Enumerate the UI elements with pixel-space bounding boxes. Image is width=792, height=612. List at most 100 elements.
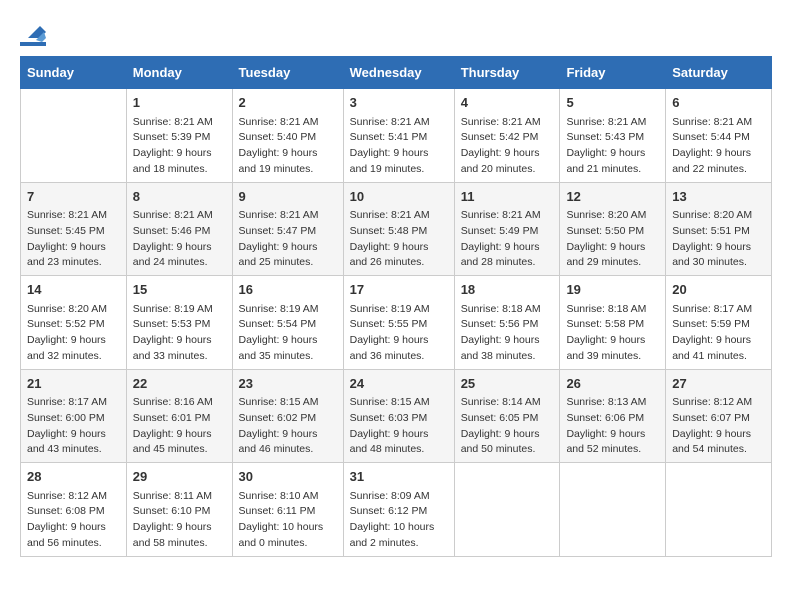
week-row-4: 28Sunrise: 8:12 AM Sunset: 6:08 PM Dayli…: [21, 463, 772, 557]
day-info: Sunrise: 8:21 AM Sunset: 5:39 PM Dayligh…: [133, 115, 226, 178]
day-info: Sunrise: 8:21 AM Sunset: 5:48 PM Dayligh…: [350, 208, 448, 271]
day-cell: 1Sunrise: 8:21 AM Sunset: 5:39 PM Daylig…: [126, 89, 232, 183]
day-cell: 26Sunrise: 8:13 AM Sunset: 6:06 PM Dayli…: [560, 369, 666, 463]
day-number: 26: [566, 374, 659, 394]
day-number: 18: [461, 280, 554, 300]
day-info: Sunrise: 8:15 AM Sunset: 6:02 PM Dayligh…: [239, 395, 337, 458]
day-cell: 27Sunrise: 8:12 AM Sunset: 6:07 PM Dayli…: [666, 369, 772, 463]
day-info: Sunrise: 8:21 AM Sunset: 5:47 PM Dayligh…: [239, 208, 337, 271]
day-cell: [454, 463, 560, 557]
header-cell-thursday: Thursday: [454, 57, 560, 89]
day-cell: 23Sunrise: 8:15 AM Sunset: 6:02 PM Dayli…: [232, 369, 343, 463]
day-cell: [666, 463, 772, 557]
day-number: 10: [350, 187, 448, 207]
day-info: Sunrise: 8:20 AM Sunset: 5:50 PM Dayligh…: [566, 208, 659, 271]
week-row-0: 1Sunrise: 8:21 AM Sunset: 5:39 PM Daylig…: [21, 89, 772, 183]
logo-icon: [22, 20, 46, 44]
day-info: Sunrise: 8:11 AM Sunset: 6:10 PM Dayligh…: [133, 489, 226, 552]
day-info: Sunrise: 8:21 AM Sunset: 5:46 PM Dayligh…: [133, 208, 226, 271]
header-cell-saturday: Saturday: [666, 57, 772, 89]
day-cell: 29Sunrise: 8:11 AM Sunset: 6:10 PM Dayli…: [126, 463, 232, 557]
day-info: Sunrise: 8:13 AM Sunset: 6:06 PM Dayligh…: [566, 395, 659, 458]
day-info: Sunrise: 8:21 AM Sunset: 5:44 PM Dayligh…: [672, 115, 765, 178]
day-cell: 3Sunrise: 8:21 AM Sunset: 5:41 PM Daylig…: [343, 89, 454, 183]
day-info: Sunrise: 8:17 AM Sunset: 5:59 PM Dayligh…: [672, 302, 765, 365]
day-cell: 20Sunrise: 8:17 AM Sunset: 5:59 PM Dayli…: [666, 276, 772, 370]
day-number: 25: [461, 374, 554, 394]
day-info: Sunrise: 8:20 AM Sunset: 5:51 PM Dayligh…: [672, 208, 765, 271]
week-row-2: 14Sunrise: 8:20 AM Sunset: 5:52 PM Dayli…: [21, 276, 772, 370]
day-number: 3: [350, 93, 448, 113]
day-number: 7: [27, 187, 120, 207]
day-info: Sunrise: 8:12 AM Sunset: 6:08 PM Dayligh…: [27, 489, 120, 552]
week-row-1: 7Sunrise: 8:21 AM Sunset: 5:45 PM Daylig…: [21, 182, 772, 276]
day-info: Sunrise: 8:21 AM Sunset: 5:40 PM Dayligh…: [239, 115, 337, 178]
header: [20, 20, 772, 46]
day-number: 20: [672, 280, 765, 300]
day-info: Sunrise: 8:17 AM Sunset: 6:00 PM Dayligh…: [27, 395, 120, 458]
day-cell: 30Sunrise: 8:10 AM Sunset: 6:11 PM Dayli…: [232, 463, 343, 557]
day-number: 11: [461, 187, 554, 207]
day-number: 16: [239, 280, 337, 300]
day-cell: 22Sunrise: 8:16 AM Sunset: 6:01 PM Dayli…: [126, 369, 232, 463]
day-info: Sunrise: 8:15 AM Sunset: 6:03 PM Dayligh…: [350, 395, 448, 458]
day-cell: 10Sunrise: 8:21 AM Sunset: 5:48 PM Dayli…: [343, 182, 454, 276]
header-cell-monday: Monday: [126, 57, 232, 89]
day-info: Sunrise: 8:21 AM Sunset: 5:43 PM Dayligh…: [566, 115, 659, 178]
day-info: Sunrise: 8:18 AM Sunset: 5:58 PM Dayligh…: [566, 302, 659, 365]
day-cell: 4Sunrise: 8:21 AM Sunset: 5:42 PM Daylig…: [454, 89, 560, 183]
day-info: Sunrise: 8:10 AM Sunset: 6:11 PM Dayligh…: [239, 489, 337, 552]
day-cell: 2Sunrise: 8:21 AM Sunset: 5:40 PM Daylig…: [232, 89, 343, 183]
day-number: 21: [27, 374, 120, 394]
day-cell: 31Sunrise: 8:09 AM Sunset: 6:12 PM Dayli…: [343, 463, 454, 557]
day-number: 27: [672, 374, 765, 394]
day-cell: 7Sunrise: 8:21 AM Sunset: 5:45 PM Daylig…: [21, 182, 127, 276]
day-cell: 21Sunrise: 8:17 AM Sunset: 6:00 PM Dayli…: [21, 369, 127, 463]
day-number: 19: [566, 280, 659, 300]
day-info: Sunrise: 8:09 AM Sunset: 6:12 PM Dayligh…: [350, 489, 448, 552]
day-info: Sunrise: 8:19 AM Sunset: 5:54 PM Dayligh…: [239, 302, 337, 365]
day-cell: 13Sunrise: 8:20 AM Sunset: 5:51 PM Dayli…: [666, 182, 772, 276]
day-cell: [21, 89, 127, 183]
day-number: 22: [133, 374, 226, 394]
week-row-3: 21Sunrise: 8:17 AM Sunset: 6:00 PM Dayli…: [21, 369, 772, 463]
day-cell: 16Sunrise: 8:19 AM Sunset: 5:54 PM Dayli…: [232, 276, 343, 370]
day-number: 6: [672, 93, 765, 113]
day-info: Sunrise: 8:21 AM Sunset: 5:49 PM Dayligh…: [461, 208, 554, 271]
day-info: Sunrise: 8:14 AM Sunset: 6:05 PM Dayligh…: [461, 395, 554, 458]
day-info: Sunrise: 8:18 AM Sunset: 5:56 PM Dayligh…: [461, 302, 554, 365]
day-info: Sunrise: 8:20 AM Sunset: 5:52 PM Dayligh…: [27, 302, 120, 365]
day-number: 28: [27, 467, 120, 487]
day-number: 14: [27, 280, 120, 300]
day-info: Sunrise: 8:21 AM Sunset: 5:41 PM Dayligh…: [350, 115, 448, 178]
header-row: SundayMondayTuesdayWednesdayThursdayFrid…: [21, 57, 772, 89]
day-number: 24: [350, 374, 448, 394]
day-number: 4: [461, 93, 554, 113]
day-number: 23: [239, 374, 337, 394]
day-cell: 28Sunrise: 8:12 AM Sunset: 6:08 PM Dayli…: [21, 463, 127, 557]
day-cell: [560, 463, 666, 557]
day-cell: 5Sunrise: 8:21 AM Sunset: 5:43 PM Daylig…: [560, 89, 666, 183]
day-cell: 25Sunrise: 8:14 AM Sunset: 6:05 PM Dayli…: [454, 369, 560, 463]
logo: [20, 20, 46, 46]
day-cell: 12Sunrise: 8:20 AM Sunset: 5:50 PM Dayli…: [560, 182, 666, 276]
header-cell-sunday: Sunday: [21, 57, 127, 89]
day-cell: 6Sunrise: 8:21 AM Sunset: 5:44 PM Daylig…: [666, 89, 772, 183]
day-cell: 19Sunrise: 8:18 AM Sunset: 5:58 PM Dayli…: [560, 276, 666, 370]
day-info: Sunrise: 8:19 AM Sunset: 5:53 PM Dayligh…: [133, 302, 226, 365]
day-cell: 14Sunrise: 8:20 AM Sunset: 5:52 PM Dayli…: [21, 276, 127, 370]
day-number: 12: [566, 187, 659, 207]
day-number: 15: [133, 280, 226, 300]
day-info: Sunrise: 8:19 AM Sunset: 5:55 PM Dayligh…: [350, 302, 448, 365]
header-cell-tuesday: Tuesday: [232, 57, 343, 89]
day-number: 17: [350, 280, 448, 300]
day-number: 2: [239, 93, 337, 113]
day-cell: 18Sunrise: 8:18 AM Sunset: 5:56 PM Dayli…: [454, 276, 560, 370]
day-cell: 8Sunrise: 8:21 AM Sunset: 5:46 PM Daylig…: [126, 182, 232, 276]
day-number: 29: [133, 467, 226, 487]
calendar-table: SundayMondayTuesdayWednesdayThursdayFrid…: [20, 56, 772, 557]
day-number: 31: [350, 467, 448, 487]
day-number: 1: [133, 93, 226, 113]
day-number: 9: [239, 187, 337, 207]
logo-blue-bar: [20, 42, 46, 46]
